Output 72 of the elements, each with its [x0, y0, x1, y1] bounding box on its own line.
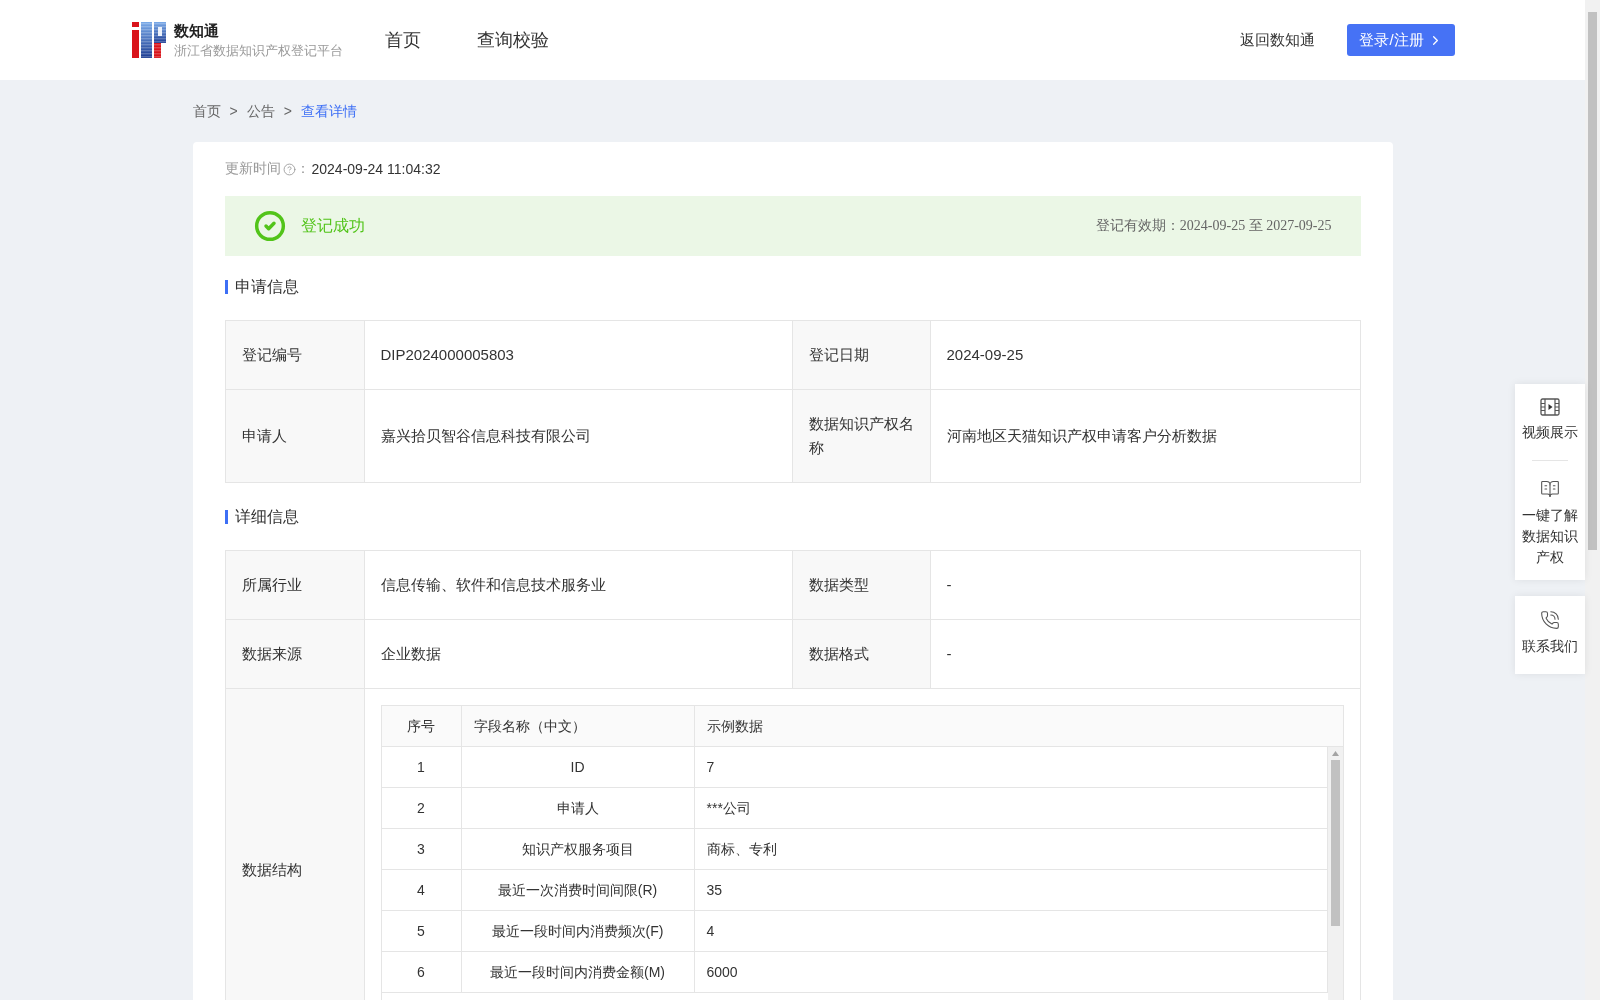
- field-label-cell: 数据知识产权名称: [792, 390, 931, 483]
- film-icon: [1540, 398, 1560, 416]
- table-cell: 3: [381, 829, 462, 870]
- brand-subtitle: 浙江省数据知识产权登记平台: [174, 42, 343, 59]
- field-value-cell: 企业数据: [364, 620, 793, 689]
- table-cell: 申请人: [461, 788, 695, 829]
- section-marker: [224, 510, 228, 524]
- validity-period: 2024-09-25 至 2027-09-25: [1179, 217, 1332, 235]
- side-tool-button[interactable]: 视频展示: [1521, 384, 1579, 460]
- column-header: 字段名称（中文）: [461, 706, 695, 747]
- brand-title: 数知通: [174, 21, 220, 40]
- nav-link[interactable]: 查询校验: [477, 28, 549, 52]
- field-value-cell: -: [930, 620, 1361, 689]
- breadcrumb-link[interactable]: 首页: [192, 101, 221, 121]
- update-time-value: 2024-09-24 11:04:32: [311, 161, 441, 177]
- validity-label: 登记有效期：: [1095, 217, 1180, 235]
- nav-link[interactable]: 首页: [385, 28, 421, 52]
- open-book-icon: [1540, 479, 1560, 499]
- logo-icon: [132, 22, 166, 58]
- section-title: 申请信息: [234, 278, 299, 296]
- scroll-up-arrow-icon[interactable]: [1331, 751, 1339, 756]
- field-label-cell: 所属行业: [225, 551, 365, 620]
- breadcrumb-separator: >: [229, 102, 238, 121]
- field-value-cell: -: [930, 551, 1361, 620]
- breadcrumb-separator: >: [283, 102, 292, 121]
- check-circle-icon: [253, 210, 286, 242]
- field-label-cell: 数据结构: [225, 689, 365, 1000]
- table-cell: 商标、专利: [694, 829, 1328, 870]
- field-label-cell: 申请人: [225, 390, 365, 483]
- section-marker: [224, 280, 228, 294]
- column-header: 示例数据: [694, 706, 1343, 747]
- table-cell: 最近一段时间内消费频次(F): [461, 911, 695, 952]
- table-cell: ID: [461, 747, 695, 788]
- column-header: 序号: [381, 706, 462, 747]
- login-button[interactable]: 登录/注册: [1347, 24, 1455, 56]
- table-cell: 5: [381, 911, 462, 952]
- page-scrollbar-track[interactable]: [1585, 0, 1600, 1000]
- table-cell: 4: [694, 911, 1328, 952]
- scrollbar-thumb[interactable]: [1330, 760, 1340, 926]
- table-cell: 最近一段时间内消费金额(M): [461, 952, 695, 993]
- field-value-cell: 河南地区天猫知识产权申请客户分析数据: [930, 390, 1361, 483]
- field-value-cell: 嘉兴拾贝智谷信息科技有限公司: [364, 390, 793, 483]
- colon-text: ：: [295, 160, 310, 178]
- table-cell: 知识产权服务项目: [461, 829, 695, 870]
- field-value-cell: 信息传输、软件和信息技术服务业: [364, 551, 793, 620]
- field-value-cell: DIP2024000005803: [364, 321, 793, 390]
- field-value-cell: 2024-09-25: [930, 321, 1361, 390]
- update-time-label: 更新时间: [224, 160, 281, 178]
- page-scrollbar-thumb[interactable]: [1588, 12, 1597, 550]
- field-label-cell: 登记编号: [225, 321, 365, 390]
- field-label-cell: 登记日期: [792, 321, 931, 390]
- table-cell: 6000: [694, 952, 1328, 993]
- table-cell: 7: [694, 747, 1328, 788]
- side-tool-button[interactable]: 联系我们: [1521, 596, 1579, 674]
- table-cell: 6: [381, 952, 462, 993]
- section-title: 详细信息: [234, 508, 299, 526]
- field-label-cell: 数据类型: [792, 551, 931, 620]
- breadcrumb-link[interactable]: 公告: [246, 101, 275, 121]
- field-label-cell: 数据来源: [225, 620, 365, 689]
- back-link[interactable]: 返回数知通: [1240, 30, 1315, 50]
- table-cell: 4: [381, 870, 462, 911]
- side-tool-button[interactable]: 一键了解数据知识产权: [1521, 461, 1579, 580]
- table-cell: 35: [694, 870, 1328, 911]
- field-label-cell: 数据格式: [792, 620, 931, 689]
- table-cell: 最近一次消费时间间限(R): [461, 870, 695, 911]
- table-cell: ***公司: [694, 788, 1328, 829]
- table-cell: 2: [381, 788, 462, 829]
- phone-icon: [1540, 610, 1560, 630]
- table-cell: 1: [381, 747, 462, 788]
- breadcrumb-link[interactable]: 查看详情: [300, 101, 357, 121]
- status-text: 登记成功: [300, 215, 365, 236]
- help-icon[interactable]: [282, 162, 296, 176]
